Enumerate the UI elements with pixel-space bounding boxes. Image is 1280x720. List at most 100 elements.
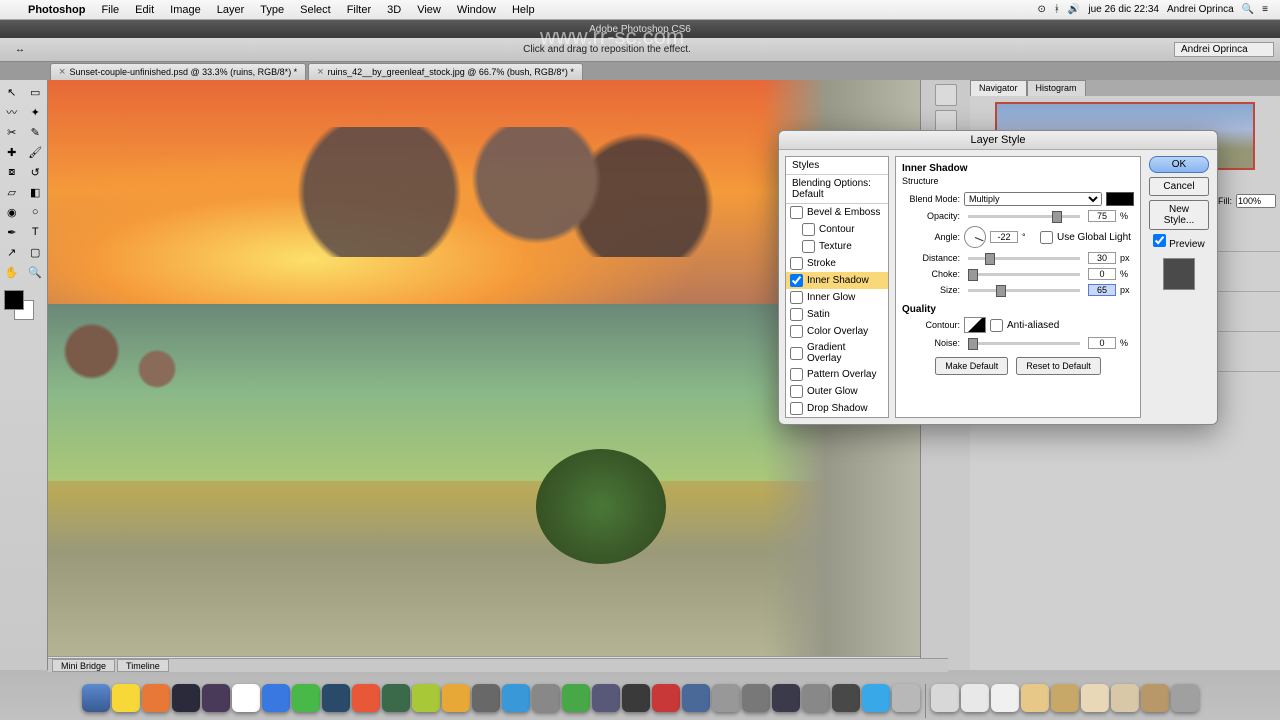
- choke-input[interactable]: [1088, 268, 1116, 280]
- blending-options[interactable]: Blending Options: Default: [786, 175, 888, 204]
- menu-edit[interactable]: Edit: [127, 4, 162, 16]
- fill-input[interactable]: [1236, 194, 1276, 208]
- checkbox[interactable]: [790, 385, 803, 398]
- dock-app-icon[interactable]: [622, 684, 650, 712]
- menu-file[interactable]: File: [93, 4, 127, 16]
- color-swatch[interactable]: [1106, 192, 1134, 206]
- tab-histogram[interactable]: Histogram: [1027, 80, 1086, 96]
- opacity-slider[interactable]: [968, 215, 1080, 218]
- dock-lightroom-icon[interactable]: [772, 684, 800, 712]
- styles-header[interactable]: Styles: [786, 157, 888, 175]
- effect-contour[interactable]: Contour: [786, 221, 888, 238]
- tab-mini-bridge[interactable]: Mini Bridge: [52, 659, 115, 672]
- angle-input[interactable]: [990, 231, 1018, 243]
- tab-timeline[interactable]: Timeline: [117, 659, 169, 672]
- dock-folder-icon[interactable]: [931, 684, 959, 712]
- checkbox[interactable]: [790, 257, 803, 270]
- contour-picker[interactable]: [964, 317, 986, 333]
- dock-folder-icon[interactable]: [1051, 684, 1079, 712]
- menu-type[interactable]: Type: [252, 4, 292, 16]
- noise-slider[interactable]: [968, 342, 1080, 345]
- reset-default-button[interactable]: Reset to Default: [1016, 357, 1101, 375]
- doc-tab-1[interactable]: × Sunset-couple-unfinished.psd @ 33.3% (…: [50, 63, 306, 80]
- checkbox[interactable]: [790, 368, 803, 381]
- effect-pattern-overlay[interactable]: Pattern Overlay: [786, 366, 888, 383]
- close-icon[interactable]: ×: [59, 66, 65, 78]
- shape-tool-icon[interactable]: ▢: [25, 243, 47, 261]
- noise-input[interactable]: [1088, 337, 1116, 349]
- checkbox[interactable]: [790, 291, 803, 304]
- dock-folder-icon[interactable]: [1021, 684, 1049, 712]
- dock-finder-icon[interactable]: [82, 684, 110, 712]
- type-tool-icon[interactable]: T: [25, 223, 47, 241]
- dock-audition-icon[interactable]: [382, 684, 410, 712]
- brush-tool-icon[interactable]: 🖌: [25, 143, 47, 161]
- zoom-tool-icon[interactable]: 🔍: [25, 263, 47, 281]
- size-input[interactable]: [1088, 284, 1116, 296]
- dock-app-icon[interactable]: [742, 684, 770, 712]
- eraser-tool-icon[interactable]: ▱: [1, 183, 23, 201]
- effect-inner-glow[interactable]: Inner Glow: [786, 289, 888, 306]
- hand-tool-icon[interactable]: ✋: [1, 263, 23, 281]
- panel-icon[interactable]: [935, 84, 957, 106]
- global-light-checkbox[interactable]: [1040, 231, 1053, 244]
- dock-folder-icon[interactable]: [1141, 684, 1169, 712]
- blend-mode-select[interactable]: Multiply: [964, 192, 1102, 206]
- menu-help[interactable]: Help: [504, 4, 543, 16]
- dock-app-icon[interactable]: [322, 684, 350, 712]
- current-tool-icon[interactable]: ↔: [0, 44, 40, 55]
- dock-folder-icon[interactable]: [1111, 684, 1139, 712]
- move-tool-icon[interactable]: ↖: [1, 83, 23, 101]
- heal-tool-icon[interactable]: ✚: [1, 143, 23, 161]
- menu-filter[interactable]: Filter: [339, 4, 379, 16]
- dock-folder-icon[interactable]: [961, 684, 989, 712]
- opacity-input[interactable]: [1088, 210, 1116, 222]
- menu-image[interactable]: Image: [162, 4, 209, 16]
- checkbox[interactable]: [790, 206, 803, 219]
- dock-folder-icon[interactable]: [1081, 684, 1109, 712]
- stamp-tool-icon[interactable]: ⧇: [1, 163, 23, 181]
- user-label[interactable]: Andrei Oprinca: [1174, 42, 1274, 57]
- menu-view[interactable]: View: [409, 4, 449, 16]
- size-slider[interactable]: [968, 289, 1080, 292]
- dock-trash-icon[interactable]: [1171, 684, 1199, 712]
- effect-inner-shadow[interactable]: Inner Shadow: [786, 272, 888, 289]
- dock-app-icon[interactable]: [682, 684, 710, 712]
- make-default-button[interactable]: Make Default: [935, 357, 1008, 375]
- new-style-button[interactable]: New Style...: [1149, 200, 1209, 230]
- preview-checkbox[interactable]: [1153, 234, 1166, 247]
- pen-tool-icon[interactable]: ✒: [1, 223, 23, 241]
- dock-excel-icon[interactable]: [562, 684, 590, 712]
- doc-tab-2[interactable]: × ruins_42__by_greenleaf_stock.jpg @ 66.…: [308, 63, 583, 80]
- notifications-icon[interactable]: ≡: [1262, 4, 1268, 15]
- effect-satin[interactable]: Satin: [786, 306, 888, 323]
- choke-slider[interactable]: [968, 273, 1080, 276]
- dock-app-icon[interactable]: [592, 684, 620, 712]
- cancel-button[interactable]: Cancel: [1149, 177, 1209, 196]
- dock-app-icon[interactable]: [262, 684, 290, 712]
- lasso-tool-icon[interactable]: 〰: [1, 103, 23, 121]
- dock-safari-icon[interactable]: [502, 684, 530, 712]
- dodge-tool-icon[interactable]: ○: [25, 203, 47, 221]
- ok-button[interactable]: OK: [1149, 156, 1209, 173]
- wand-tool-icon[interactable]: ✦: [25, 103, 47, 121]
- checkbox[interactable]: [802, 223, 815, 236]
- dock-firefox-icon[interactable]: [142, 684, 170, 712]
- effect-color-overlay[interactable]: Color Overlay: [786, 323, 888, 340]
- dock-vlc-icon[interactable]: [442, 684, 470, 712]
- dock-app-icon[interactable]: [472, 684, 500, 712]
- bluetooth-icon[interactable]: ᚼ: [1054, 4, 1060, 15]
- gradient-tool-icon[interactable]: ◧: [25, 183, 47, 201]
- menu-layer[interactable]: Layer: [209, 4, 253, 16]
- history-brush-icon[interactable]: ↺: [25, 163, 47, 181]
- distance-slider[interactable]: [968, 257, 1080, 260]
- eyedropper-tool-icon[interactable]: ✎: [25, 123, 47, 141]
- checkbox[interactable]: [790, 308, 803, 321]
- dock-app-icon[interactable]: [832, 684, 860, 712]
- menu-select[interactable]: Select: [292, 4, 339, 16]
- fg-color-swatch[interactable]: [4, 290, 24, 310]
- dock-app-icon[interactable]: [532, 684, 560, 712]
- anti-aliased-checkbox[interactable]: [990, 319, 1003, 332]
- spotlight-icon[interactable]: 🔍: [1242, 4, 1254, 15]
- path-tool-icon[interactable]: ↗: [1, 243, 23, 261]
